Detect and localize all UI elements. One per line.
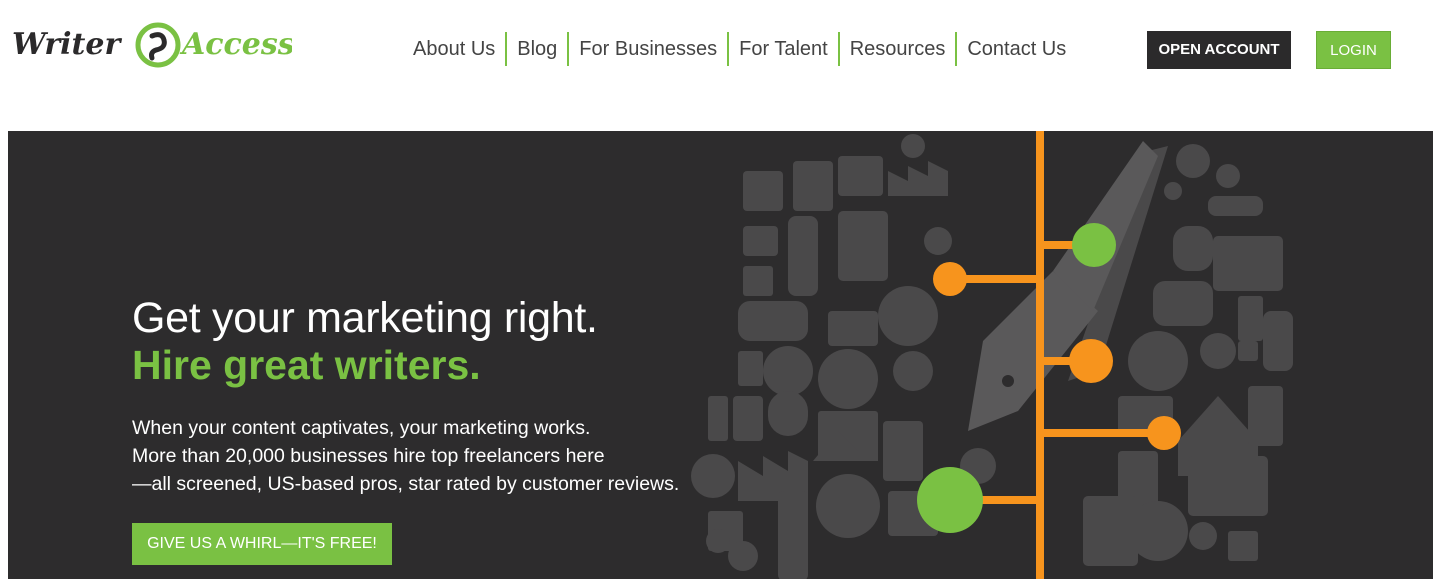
hero-description-line: When your content captivates, your marke… (132, 417, 591, 439)
open-account-button[interactable]: OPEN ACCOUNT (1147, 31, 1291, 69)
login-button[interactable]: LOGIN (1316, 31, 1391, 69)
nav-for-talent[interactable]: For Talent (729, 32, 838, 66)
hero-title: Get your marketing right. (132, 294, 598, 342)
writeraccess-logo[interactable]: Writer Access (12, 18, 292, 70)
logo-word-writer: Writer (12, 27, 122, 62)
hero-description-line: —all screened, US-based pros, star rated… (132, 473, 680, 495)
nav-about-us[interactable]: About Us (408, 32, 505, 66)
nav-contact-us[interactable]: Contact Us (957, 32, 1076, 66)
hero-banner: Get your marketing right. Hire great wri… (8, 131, 1433, 579)
nav-blog[interactable]: Blog (507, 32, 567, 66)
nav-for-businesses[interactable]: For Businesses (569, 32, 727, 66)
hero-description-line: More than 20,000 businesses hire top fre… (132, 445, 605, 467)
nav-resources[interactable]: Resources (840, 32, 956, 66)
writeraccess-s-logo-icon (135, 22, 181, 68)
logo-word-access: Access (179, 27, 292, 62)
hero-description: When your content captivates, your marke… (132, 414, 732, 498)
give-us-a-whirl-button[interactable]: GIVE US A WHIRL—IT'S FREE! (132, 523, 392, 565)
hero-subtitle: Hire great writers. (132, 342, 481, 388)
site-header: Writer Access About Us Blog For Business… (0, 0, 1443, 131)
main-nav: About Us Blog For Businesses For Talent … (408, 32, 1076, 66)
